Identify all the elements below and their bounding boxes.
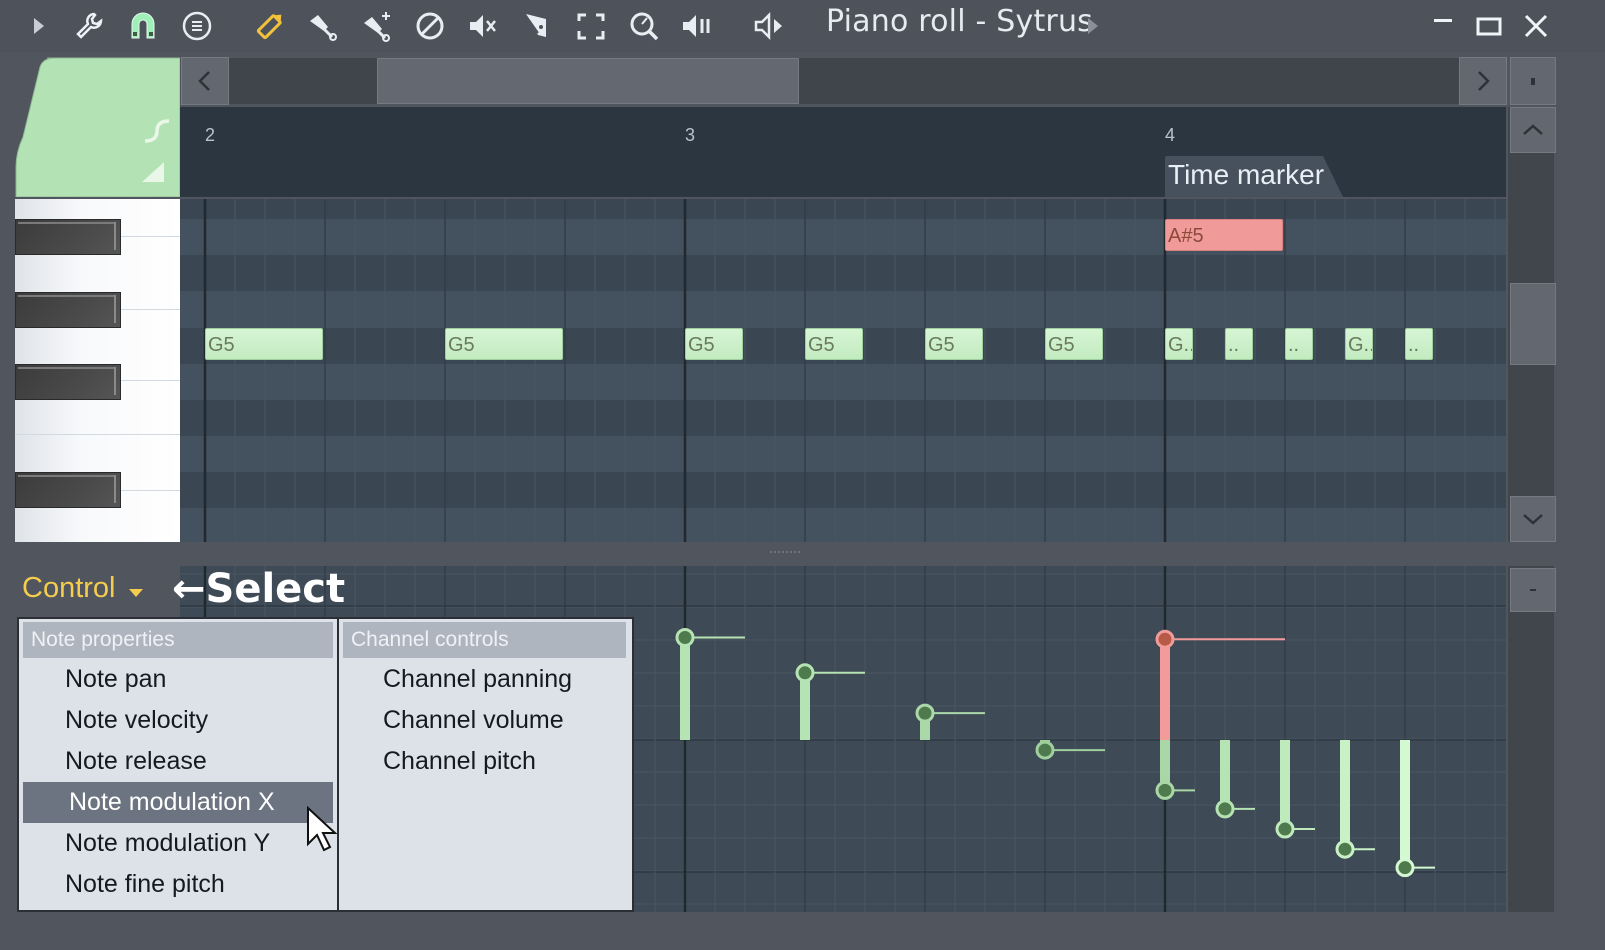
note[interactable]: G5 — [1045, 328, 1103, 360]
control-point[interactable] — [1395, 740, 1435, 878]
tool-panel[interactable] — [15, 57, 181, 198]
black-key[interactable] — [15, 364, 121, 400]
options-button[interactable] — [1510, 57, 1556, 105]
note[interactable]: G5 — [805, 328, 863, 360]
note[interactable]: G5 — [205, 328, 323, 360]
control-point-selected[interactable] — [1155, 629, 1285, 740]
scroll-up-button[interactable] — [1510, 107, 1556, 153]
control-point[interactable] — [1275, 740, 1315, 839]
lane-splitter[interactable] — [15, 542, 1555, 566]
menu-item-note-pan[interactable]: Note pan — [23, 659, 333, 700]
resize-corner-icon[interactable] — [140, 160, 166, 188]
dropdown-arrow-icon — [128, 573, 144, 606]
lane-collapse-button[interactable] — [1510, 568, 1556, 612]
black-key[interactable] — [15, 292, 121, 328]
curve-icon[interactable] — [143, 117, 171, 149]
bar-number: 3 — [685, 125, 696, 145]
paint-brush-icon[interactable] — [306, 8, 340, 44]
scroll-right-button[interactable] — [1459, 57, 1507, 105]
time-marker-label: Time marker — [1168, 159, 1325, 190]
black-key[interactable] — [15, 472, 121, 508]
note[interactable]: .. — [1285, 328, 1313, 360]
title-bar: Piano roll - Sytrus — [0, 0, 1605, 52]
control-point[interactable] — [1035, 740, 1105, 760]
paint-brush-plus-icon[interactable] — [360, 8, 394, 44]
piano-keyboard[interactable] — [15, 199, 180, 542]
select-icon[interactable] — [574, 8, 608, 44]
control-dropdown[interactable]: Control — [22, 572, 144, 606]
note[interactable]: G.. — [1345, 328, 1373, 360]
mute-icon[interactable] — [466, 8, 500, 44]
menu-header-channel-controls: Channel controls — [343, 622, 626, 658]
menu-header-note-properties: Note properties — [23, 622, 333, 658]
control-lane-side — [1508, 566, 1554, 912]
black-key[interactable] — [15, 219, 121, 255]
window-title: Piano roll - Sytrus — [826, 4, 1093, 39]
play-arrow-icon[interactable] — [22, 8, 56, 44]
maximize-icon[interactable] — [1471, 8, 1507, 44]
minimize-icon[interactable] — [1425, 8, 1461, 44]
control-point[interactable] — [915, 703, 985, 740]
select-annotation: ←Select — [172, 566, 346, 612]
time-marker[interactable]: Time marker — [1165, 156, 1343, 197]
control-menu[interactable]: Note properties Channel controls Note pa… — [17, 617, 634, 912]
title-arrow-icon[interactable] — [1086, 14, 1100, 42]
menu-item-note-modulation-y[interactable]: Note modulation Y — [23, 823, 333, 864]
note-selected[interactable]: A#5 — [1165, 219, 1283, 251]
control-dropdown-label: Control — [22, 572, 116, 604]
note[interactable]: .. — [1405, 328, 1433, 360]
note[interactable]: G.. — [1165, 328, 1193, 360]
grid-lines — [180, 199, 1506, 542]
note[interactable]: G5 — [685, 328, 743, 360]
pencil-icon[interactable] — [253, 8, 287, 44]
scroll-left-button[interactable] — [181, 57, 229, 105]
control-point[interactable] — [1155, 740, 1195, 800]
note-grid[interactable]: G5 G5 G5 G5 G5 G5 G...... G.... A#5 — [180, 199, 1506, 542]
slice-icon[interactable] — [520, 8, 554, 44]
bar-number: 2 — [205, 125, 216, 145]
menu-circle-icon[interactable] — [180, 8, 214, 44]
control-point[interactable] — [675, 628, 745, 740]
delete-icon[interactable] — [413, 8, 447, 44]
vertical-scroll-thumb[interactable] — [1510, 283, 1556, 365]
playback-icon[interactable] — [680, 8, 714, 44]
menu-divider — [337, 619, 339, 910]
control-point[interactable] — [795, 663, 865, 740]
bar-number: 4 — [1165, 125, 1176, 145]
horizontal-scroll-thumb[interactable] — [377, 58, 799, 104]
menu-item-channel-pitch[interactable]: Channel pitch — [343, 741, 626, 782]
menu-item-channel-panning[interactable]: Channel panning — [343, 659, 626, 700]
note[interactable]: .. — [1225, 328, 1253, 360]
zoom-icon[interactable] — [627, 8, 661, 44]
menu-item-note-velocity[interactable]: Note velocity — [23, 700, 333, 741]
menu-item-channel-volume[interactable]: Channel volume — [343, 700, 626, 741]
note[interactable]: G5 — [445, 328, 563, 360]
menu-item-note-fine-pitch[interactable]: Note fine pitch — [23, 864, 333, 905]
magnet-icon[interactable] — [126, 8, 160, 44]
mouse-cursor-icon — [306, 805, 338, 856]
wrench-icon[interactable] — [72, 8, 106, 44]
close-icon[interactable] — [1518, 8, 1554, 44]
scroll-down-button[interactable] — [1510, 496, 1556, 542]
menu-item-note-release[interactable]: Note release — [23, 741, 333, 782]
control-point[interactable] — [1335, 740, 1375, 859]
note[interactable]: G5 — [925, 328, 983, 360]
menu-item-note-modulation-x[interactable]: Note modulation X — [23, 782, 333, 823]
speaker-icon[interactable] — [752, 8, 786, 44]
